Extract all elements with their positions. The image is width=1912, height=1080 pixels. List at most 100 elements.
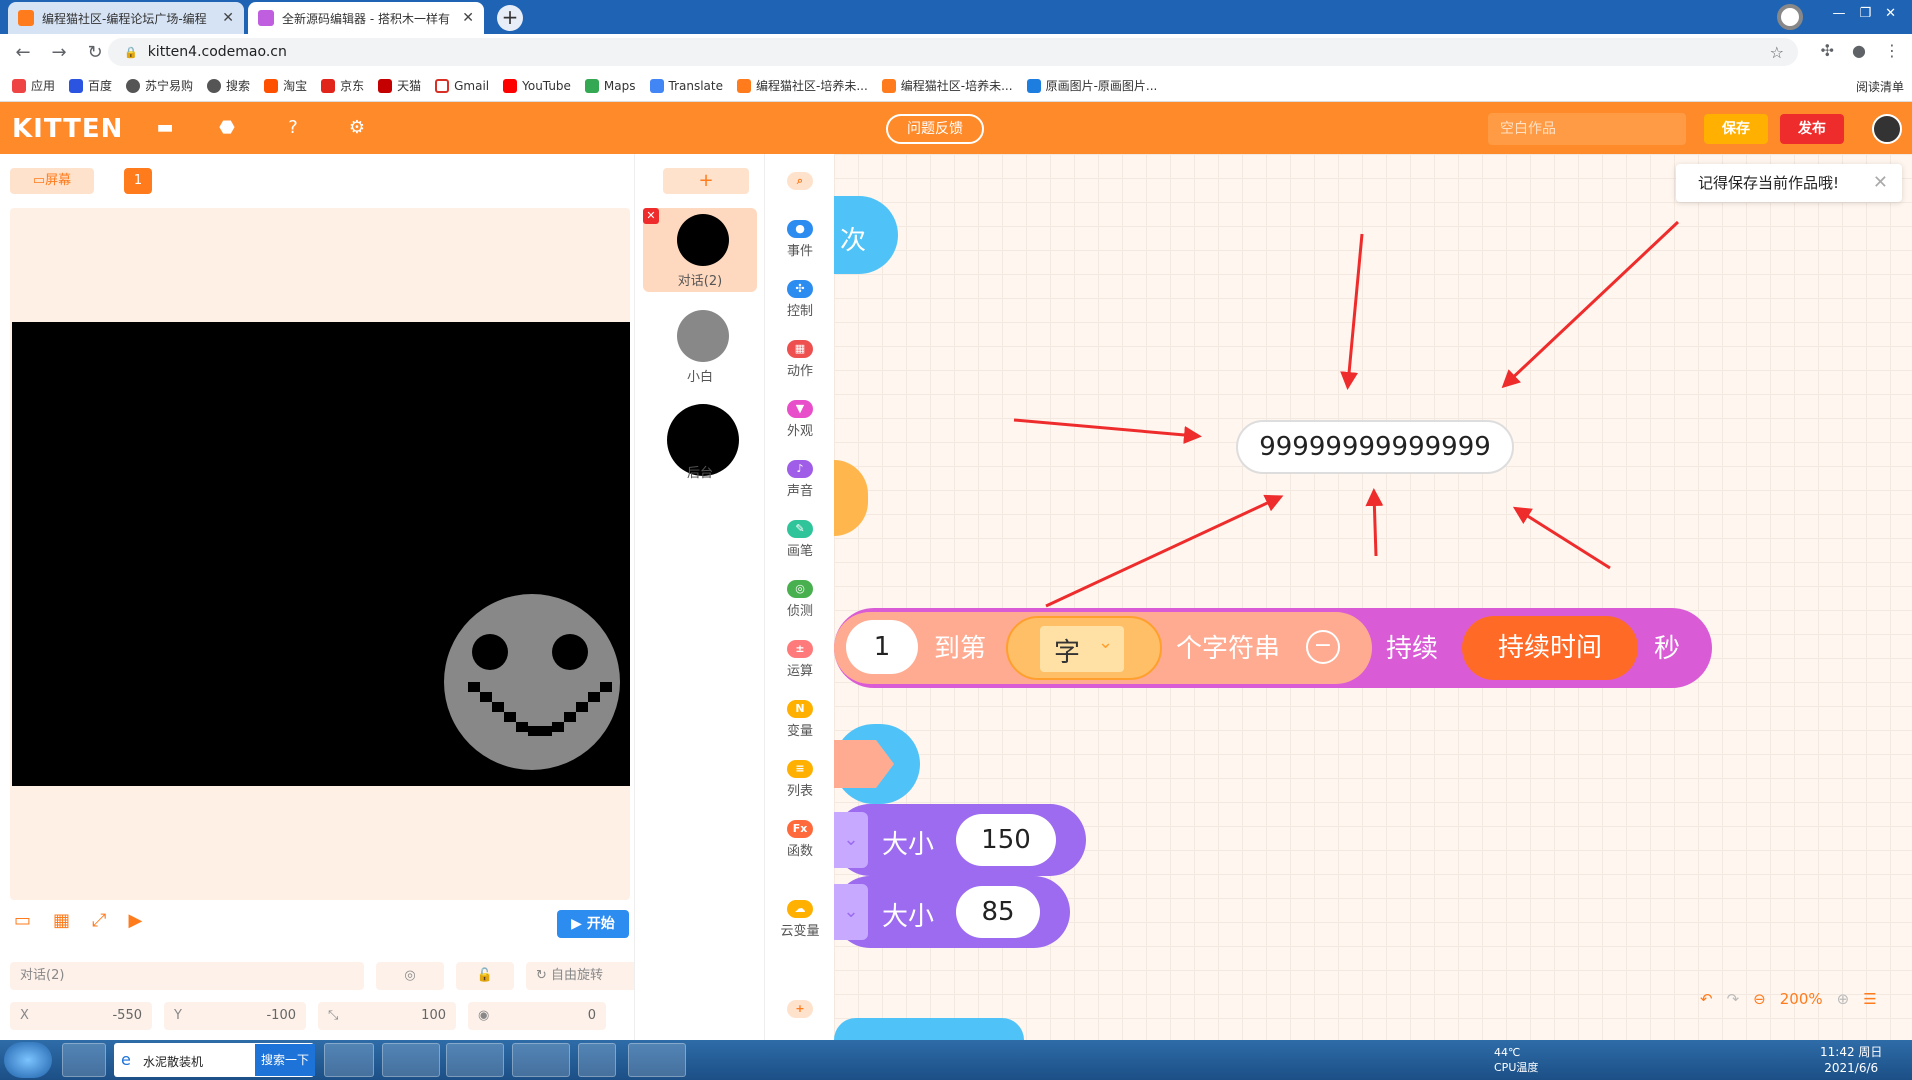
delete-sprite-icon[interactable]: ✕ (643, 208, 659, 224)
folder-icon[interactable]: ▬ (154, 118, 176, 138)
extensions-icon[interactable]: ✣ (1821, 41, 1834, 60)
category-item[interactable]: ± 运算 (765, 634, 835, 690)
zoom-in-icon[interactable]: ⊕ (1837, 990, 1850, 1008)
x-field[interactable]: X -550 (10, 1002, 152, 1030)
avatar[interactable] (1872, 114, 1902, 144)
back-icon[interactable]: ← (10, 42, 36, 63)
windows-start-icon[interactable] (4, 1042, 52, 1078)
y-field[interactable]: Y -100 (164, 1002, 306, 1030)
bookmark-star-icon[interactable]: ☆ (1770, 43, 1784, 62)
bookmark-translate[interactable]: Translate (649, 78, 723, 93)
code-block-control[interactable] (834, 1018, 1024, 1040)
duration-variable[interactable]: 持续时间 (1462, 616, 1638, 680)
publish-button[interactable]: 发布 (1780, 114, 1844, 144)
account-icon[interactable]: ● (1852, 41, 1866, 60)
browser-tab[interactable]: 编程猫社区-编程论坛广场-编程 ✕ (8, 2, 244, 34)
taskbar-wechat[interactable] (512, 1043, 570, 1077)
redo-icon[interactable]: ↷ (1727, 990, 1740, 1008)
lock-toggle[interactable]: 🔓 (456, 962, 514, 990)
taskbar-chrome[interactable] (382, 1043, 440, 1077)
bookmark-codemao-1[interactable]: 编程猫社区-培养未... (737, 77, 868, 94)
category-item[interactable]: ☁ 云变量 (765, 894, 835, 950)
taskbar-clock[interactable]: 11:42 周日 2021/6/6 (1820, 1044, 1882, 1076)
save-button[interactable]: 保存 (1704, 114, 1768, 144)
address-bar[interactable]: 🔒 kitten4.codemao.cn ☆ (108, 38, 1798, 66)
smiley-sprite[interactable] (12, 322, 630, 786)
category-item[interactable]: ✎ 画笔 (765, 514, 835, 570)
sprite-name-field[interactable]: 对话(2) (10, 962, 364, 990)
screen-number-button[interactable]: 1 (124, 168, 152, 194)
bookmark-maps[interactable]: Maps (584, 78, 636, 93)
menu-icon[interactable]: ⋮ (1884, 41, 1900, 60)
taskbar-player[interactable] (446, 1043, 504, 1077)
ie-search-box[interactable]: e 水泥散装机 搜索一下 (114, 1043, 315, 1077)
taskbar-photoshop[interactable] (578, 1043, 616, 1077)
sprite-item[interactable]: ✕ 对话(2) (643, 208, 757, 292)
stage-size-icon[interactable]: ▭ (14, 910, 31, 931)
work-name-input[interactable]: 空白作品 (1488, 113, 1686, 145)
category-item[interactable]: ♪ 声音 (765, 454, 835, 510)
category-item[interactable]: ▼ 外观 (765, 394, 835, 450)
feedback-button[interactable]: 问题反馈 (886, 114, 984, 144)
search-button[interactable]: 搜索一下 (255, 1044, 315, 1076)
bookmark-search[interactable]: 搜索 (207, 77, 250, 94)
char-dropdown[interactable]: 字 ⌄ (1006, 616, 1162, 680)
bookmark-gmail[interactable]: Gmail (435, 78, 489, 93)
taskbar-qq-2[interactable] (628, 1043, 686, 1077)
category-item[interactable]: N 变量 (765, 694, 835, 750)
bookmark-youtube[interactable]: YouTube (503, 78, 571, 93)
close-window-icon[interactable]: ✕ (1885, 6, 1896, 21)
search-blocks[interactable]: ⌕ (765, 166, 835, 196)
size-input[interactable]: 150 (956, 814, 1056, 866)
minus-icon[interactable]: − (1306, 630, 1340, 664)
add-sprite-button[interactable]: + (663, 168, 749, 194)
bookmark-baidu[interactable]: 百度 (69, 77, 112, 94)
direction-field[interactable]: ◉ 0 (468, 1002, 606, 1030)
zoom-out-icon[interactable]: ⊖ (1753, 990, 1766, 1008)
dropdown-stub[interactable]: ⌄ (834, 884, 868, 940)
record-icon[interactable]: ▶ (128, 910, 142, 931)
rotation-mode-select[interactable]: ↻ 自由旋转 (526, 962, 644, 990)
bookmark-apps[interactable]: 应用 (12, 77, 55, 94)
category-item[interactable]: Fx 函数 (765, 814, 835, 870)
bookmark-taobao[interactable]: 淘宝 (264, 77, 307, 94)
size-field[interactable]: ⤡ 100 (318, 1002, 456, 1030)
close-icon[interactable]: ✕ (1873, 164, 1888, 202)
bookmark-art[interactable]: 原画图片-原画图片... (1026, 77, 1157, 94)
sprite-item[interactable]: 小白 (643, 304, 757, 388)
screen-tab[interactable]: ▭屏幕 (10, 168, 94, 194)
category-item[interactable]: ▦ 动作 (765, 334, 835, 390)
robot-icon[interactable]: ⬣ (216, 118, 238, 138)
settings-gear-icon[interactable]: ⚙ (346, 118, 368, 138)
profile-icon[interactable] (1777, 4, 1803, 30)
close-tab-icon[interactable]: ✕ (462, 10, 474, 26)
reading-list[interactable]: 阅读清单 (1856, 78, 1904, 95)
category-item[interactable]: ● 事件 (765, 214, 835, 270)
browser-tab[interactable]: 全新源码编辑器 - 搭积木一样有 ✕ (248, 2, 484, 34)
fullscreen-icon[interactable]: ⤢ (92, 910, 106, 931)
grid-icon[interactable]: ▦ (53, 910, 70, 931)
category-item[interactable]: ◎ 侦测 (765, 574, 835, 630)
undo-icon[interactable]: ↶ (1700, 990, 1713, 1008)
taskbar-qq[interactable] (324, 1043, 374, 1077)
start-button[interactable]: ▶ 开始 (557, 910, 629, 938)
forward-icon[interactable]: → (46, 42, 72, 63)
index-input[interactable]: 1 (846, 620, 918, 674)
minimize-icon[interactable]: — (1832, 6, 1845, 21)
bookmark-codemao-2[interactable]: 编程猫社区-培养未... (881, 77, 1013, 94)
help-icon[interactable]: ? (282, 118, 304, 138)
bookmark-jd[interactable]: 京东 (321, 77, 364, 94)
size-input[interactable]: 85 (956, 886, 1040, 938)
restore-icon[interactable]: ❐ (1859, 6, 1871, 21)
visibility-toggle[interactable]: ◎ (376, 962, 444, 990)
category-item[interactable]: ✣ 控制 (765, 274, 835, 330)
align-blocks-icon[interactable]: ☰ (1863, 990, 1876, 1008)
new-tab-button[interactable]: + (497, 5, 523, 31)
add-extension-button[interactable]: + (765, 994, 835, 1024)
sprite-item[interactable]: 后台 (643, 400, 757, 484)
stage-canvas[interactable] (12, 322, 630, 786)
category-item[interactable]: ≡ 列表 (765, 754, 835, 810)
taskbar-app[interactable] (62, 1043, 106, 1077)
reload-icon[interactable]: ↻ (82, 42, 108, 63)
bookmark-suning[interactable]: 苏宁易购 (126, 77, 193, 94)
